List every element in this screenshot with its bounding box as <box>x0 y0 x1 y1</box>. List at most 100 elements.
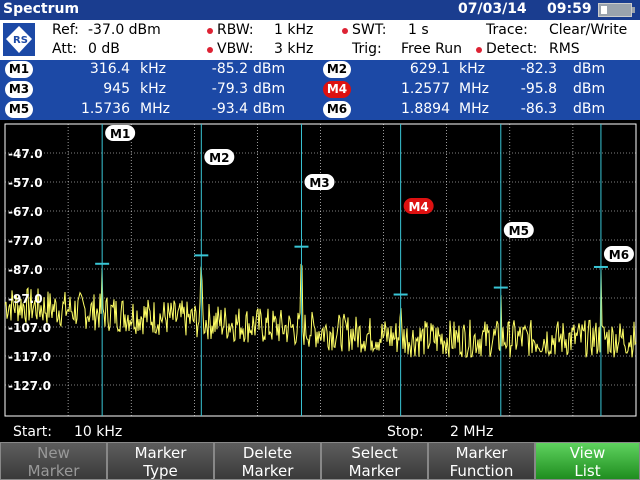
trace-value[interactable]: Clear/Write <box>549 22 627 38</box>
y-tick-label: -97.0 <box>8 292 43 306</box>
vbw-label: VBW: <box>217 41 254 57</box>
marker-badge: M1 <box>5 61 33 78</box>
marker-freq-unit: MHz <box>459 101 489 117</box>
marker-function-button[interactable]: Marker Function <box>428 442 535 480</box>
ref-label: Ref: <box>52 22 79 38</box>
rbw-coupled-dot-icon <box>207 28 213 34</box>
marker-label-text: M3 <box>309 176 329 190</box>
marker-level: -95.8 <box>520 81 557 97</box>
marker-level: -79.3 <box>211 81 248 97</box>
spectrum-plot[interactable]: M1 M2 M3 M4 M5 M6 -47.0 -57.0 -67.0 -77.0 -87… <box>0 120 640 420</box>
vbw-coupled-dot-icon <box>207 47 213 53</box>
marker-level-unit: dBm <box>253 101 286 117</box>
y-tick-label: -57.0 <box>8 176 43 190</box>
softkey-line1: New <box>37 444 70 462</box>
y-tick-label: -67.0 <box>8 205 43 219</box>
marker-level-unit: dBm <box>573 81 606 97</box>
marker-label-text: M1 <box>110 127 130 141</box>
view-list-button[interactable]: View List <box>535 442 640 480</box>
delete-marker-button[interactable]: Delete Marker <box>214 442 321 480</box>
marker-freq: 1.5736 <box>81 101 130 117</box>
time-display: 09:59 <box>547 1 592 17</box>
rohde-schwarz-logo-icon: RS <box>3 23 35 56</box>
y-tick-label: -107.0 <box>8 321 51 335</box>
trace-label: Trace: <box>486 22 528 38</box>
softkey-line1: Select <box>351 444 398 462</box>
softkey-line2: Marker <box>348 462 401 480</box>
svg-text:RS: RS <box>13 35 28 46</box>
softkey-line2: List <box>574 462 601 480</box>
softkey-line1: Marker <box>455 444 508 462</box>
marker-row[interactable]: M5 1.5736 MHz -93.4 dBm M6 1.8894 MHz -8… <box>0 100 640 120</box>
stop-label: Stop: <box>387 424 424 440</box>
swt-coupled-dot-icon <box>342 28 348 34</box>
marker-freq: 1.8894 <box>401 101 450 117</box>
y-tick-label: -87.0 <box>8 263 43 277</box>
marker-level-unit: dBm <box>253 61 286 77</box>
marker-freq: 1.2577 <box>401 81 450 97</box>
marker-badge: M5 <box>5 101 33 118</box>
title-bar: Spectrum 07/03/14 09:59 <box>0 0 640 20</box>
trig-value[interactable]: Free Run <box>401 41 462 57</box>
frequency-range-bar: Start: 10 kHz Stop: 2 MHz <box>0 420 640 442</box>
softkey-line2: Type <box>143 462 178 480</box>
y-tick-label: -117.0 <box>8 350 51 364</box>
vbw-value[interactable]: 3 kHz <box>274 41 313 57</box>
marker-freq-unit: kHz <box>140 81 166 97</box>
trig-label: Trig: <box>352 41 382 57</box>
detect-coupled-dot-icon <box>476 47 482 53</box>
softkey-line1: View <box>569 444 606 462</box>
rbw-value[interactable]: 1 kHz <box>274 22 313 38</box>
marker-type-button[interactable]: Marker Type <box>107 442 214 480</box>
marker-row[interactable]: M1 316.4 kHz -85.2 dBm M2 629.1 kHz -82.… <box>0 60 640 80</box>
att-label: Att: <box>52 41 78 57</box>
marker-level-unit: dBm <box>573 61 606 77</box>
marker-label-text: M2 <box>209 151 229 165</box>
swt-label: SWT: <box>352 22 387 38</box>
marker-level-unit: dBm <box>253 81 286 97</box>
ref-value[interactable]: -37.0 dBm <box>88 22 161 38</box>
marker-freq-unit: MHz <box>459 81 489 97</box>
y-tick-label: -127.0 <box>8 379 51 393</box>
marker-level: -85.2 <box>211 61 248 77</box>
marker-badge: M3 <box>5 81 33 98</box>
new-marker-button[interactable]: New Marker <box>0 442 107 480</box>
att-value[interactable]: 0 dB <box>88 41 120 57</box>
marker-level: -82.3 <box>520 61 557 77</box>
swt-value[interactable]: 1 s <box>408 22 429 38</box>
softkey-line1: Delete <box>242 444 293 462</box>
softkey-line2: Marker <box>27 462 80 480</box>
marker-label-text: M4 <box>408 200 428 214</box>
softkey-line2: Function <box>449 462 514 480</box>
marker-badge-active: M4 <box>323 81 351 98</box>
date-display: 07/03/14 <box>458 1 527 17</box>
detect-label: Detect: <box>486 41 538 57</box>
marker-label-text: M6 <box>609 248 629 262</box>
rbw-label: RBW: <box>217 22 254 38</box>
battery-icon <box>598 3 635 17</box>
detect-value[interactable]: RMS <box>549 41 580 57</box>
marker-label-text: M5 <box>509 224 529 238</box>
marker-level: -86.3 <box>520 101 557 117</box>
marker-freq-unit: kHz <box>140 61 166 77</box>
marker-freq: 316.4 <box>89 61 130 77</box>
softkey-line1: Marker <box>134 444 187 462</box>
marker-freq-unit: kHz <box>459 61 485 77</box>
select-marker-button[interactable]: Select Marker <box>321 442 428 480</box>
start-label: Start: <box>13 424 52 440</box>
marker-level-unit: dBm <box>573 101 606 117</box>
marker-table: M1 316.4 kHz -85.2 dBm M2 629.1 kHz -82.… <box>0 60 640 120</box>
marker-freq-unit: MHz <box>140 101 170 117</box>
marker-freq: 945 <box>103 81 130 97</box>
start-value[interactable]: 10 kHz <box>74 424 122 440</box>
mode-title: Spectrum <box>3 1 80 17</box>
softkey-line2: Marker <box>241 462 294 480</box>
marker-badge: M2 <box>323 61 351 78</box>
marker-level: -93.4 <box>211 101 248 117</box>
marker-row[interactable]: M3 945 kHz -79.3 dBm M4 1.2577 MHz -95.8… <box>0 80 640 100</box>
spectrum-trace-canvas: M1 M2 M3 M4 M5 M6 <box>4 123 637 417</box>
marker-badge: M6 <box>323 101 351 118</box>
y-tick-label: -77.0 <box>8 234 43 248</box>
settings-panel: RS Ref: -37.0 dBm Att: 0 dB RBW: 1 kHz V… <box>0 20 640 60</box>
stop-value[interactable]: 2 MHz <box>450 424 493 440</box>
